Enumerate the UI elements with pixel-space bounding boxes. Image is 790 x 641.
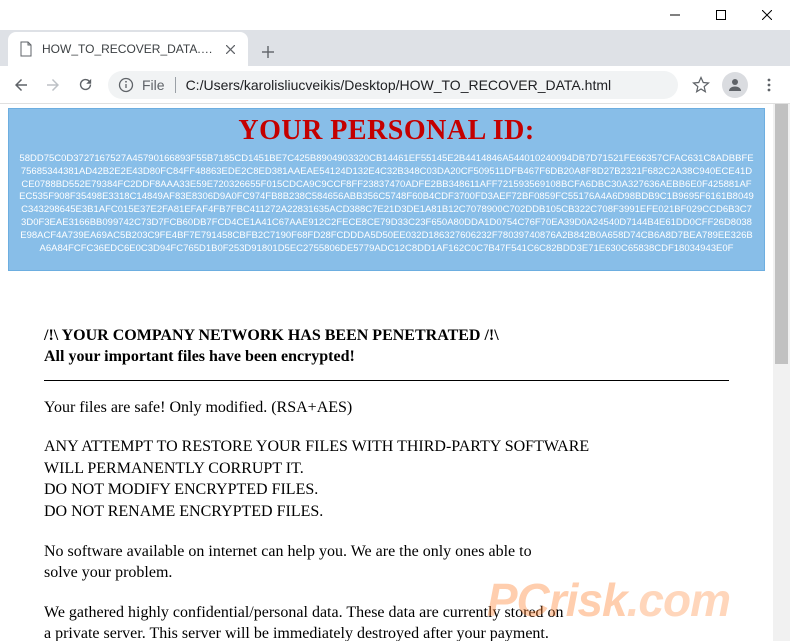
tab-title: HOW_TO_RECOVER_DATA.html [42,42,216,56]
personal-id-hex: 58DD75C0D3727167527A45790166893F55B7185C… [19,153,754,256]
new-tab-button[interactable] [254,38,282,66]
address-bar[interactable]: File C:/Users/karolisliucveikis/Desktop/… [108,71,678,99]
separator [175,77,176,93]
minimize-button[interactable] [652,0,698,30]
file-scheme-label: File [142,77,165,93]
bookmark-button[interactable] [686,70,716,100]
page-content: YOUR PERSONAL ID: 58DD75C0D3727167527A45… [0,104,773,641]
window-titlebar [0,0,790,30]
back-button[interactable] [6,70,36,100]
nosoftware-line-2: solve your problem. [44,562,729,584]
nosoftware-line-1: No software available on internet can he… [44,541,729,563]
divider [44,380,729,381]
file-icon [18,41,34,57]
tab-close-button[interactable] [222,41,238,57]
info-icon [118,77,134,93]
kebab-menu-button[interactable] [754,70,784,100]
file-scheme-chip: File [142,77,186,93]
profile-avatar-button[interactable] [722,72,748,98]
tab-active[interactable]: HOW_TO_RECOVER_DATA.html [8,32,248,66]
gathered-line-2: a private server. This server will be im… [44,623,729,641]
warning-line-4: DO NOT RENAME ENCRYPTED FILES. [44,501,729,523]
window-close-button[interactable] [744,0,790,30]
vertical-scrollbar[interactable] [773,104,790,641]
ransom-note-body: /!\ YOUR COMPANY NETWORK HAS BEEN PENETR… [8,271,765,641]
page-viewport: YOUR PERSONAL ID: 58DD75C0D3727167527A45… [0,104,790,641]
warning-line-1: ANY ATTEMPT TO RESTORE YOUR FILES WITH T… [44,436,729,458]
scrollbar-thumb[interactable] [775,104,788,364]
maximize-button[interactable] [698,0,744,30]
browser-toolbar: File C:/Users/karolisliucveikis/Desktop/… [0,66,790,104]
tab-strip: HOW_TO_RECOVER_DATA.html [0,30,790,66]
reload-button[interactable] [70,70,100,100]
gathered-line-1: We gathered highly confidential/personal… [44,602,729,624]
url-text: C:/Users/karolisliucveikis/Desktop/HOW_T… [186,77,612,93]
warning-line-3: DO NOT MODIFY ENCRYPTED FILES. [44,479,729,501]
warning-line-2: WILL PERMANENTLY CORRUPT IT. [44,458,729,480]
personal-id-title: YOUR PERSONAL ID: [19,115,754,147]
forward-button[interactable] [38,70,68,100]
window-controls [652,0,790,30]
files-safe-text: Your files are safe! Only modified. (RSA… [44,397,729,419]
encrypted-heading: All your important files have been encry… [44,346,729,368]
personal-id-panel: YOUR PERSONAL ID: 58DD75C0D3727167527A45… [8,108,765,271]
penetrated-heading: /!\ YOUR COMPANY NETWORK HAS BEEN PENETR… [44,325,729,347]
